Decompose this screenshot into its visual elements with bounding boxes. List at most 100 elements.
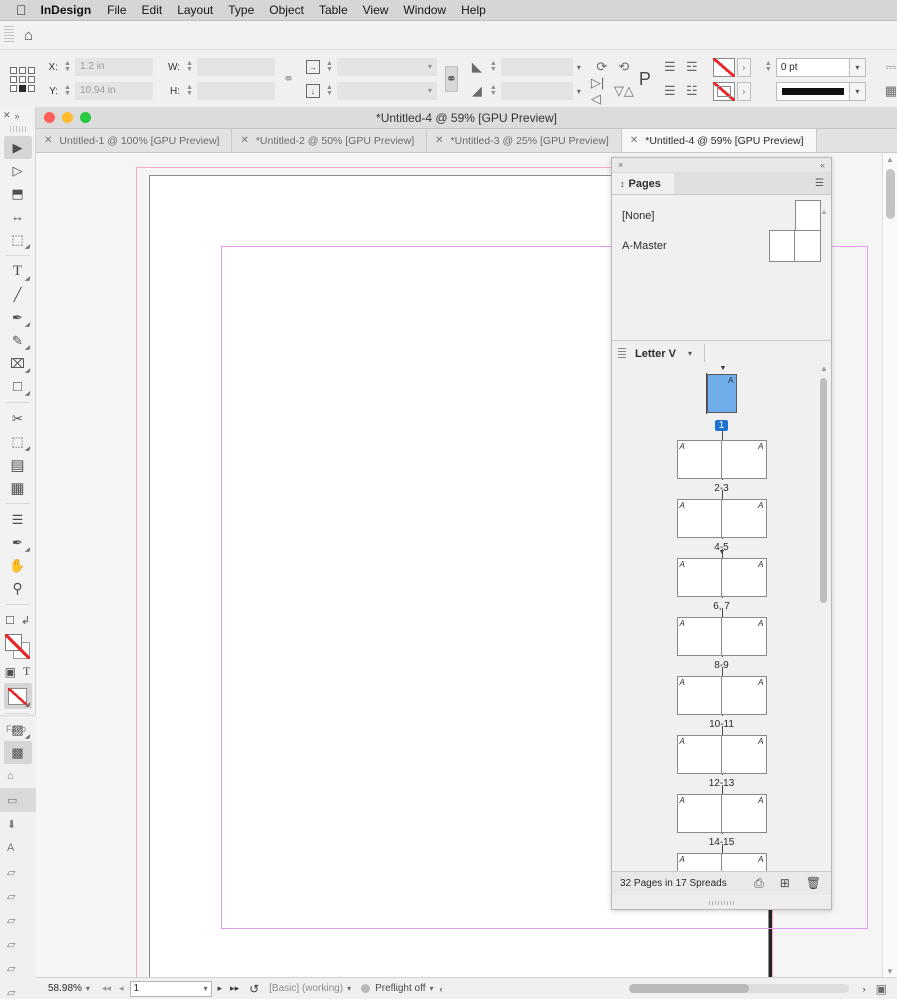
page-tool[interactable]: ⬒: [4, 182, 32, 205]
master-row-none[interactable]: [None]: [612, 200, 831, 232]
swap-fill-stroke-icon[interactable]: ↲: [21, 614, 30, 627]
tool-flyout-icon[interactable]: ◢: [25, 733, 30, 740]
menubar-item-file[interactable]: File: [107, 3, 126, 17]
page-thumbnail-pair[interactable]: A A: [676, 499, 767, 538]
eyedropper-tool[interactable]: ✒ ◢: [4, 531, 32, 554]
line-tool[interactable]: ╱: [4, 283, 32, 306]
menubar-item-table[interactable]: Table: [319, 3, 348, 17]
finder-item-folder[interactable]: ▱: [0, 980, 36, 1004]
chevron-down-icon[interactable]: ▾: [688, 349, 692, 358]
scale-y-input[interactable]: ▾: [336, 82, 437, 100]
last-page-button[interactable]: ▸▸: [230, 983, 239, 994]
page-thumbnail-right[interactable]: A: [721, 558, 767, 597]
menubar-app-name[interactable]: InDesign: [41, 3, 92, 17]
finder-item-home[interactable]: ⌂: [0, 764, 36, 788]
scroll-up-icon[interactable]: ▲: [886, 155, 894, 164]
proxy-point-bc[interactable]: [19, 84, 26, 92]
scroll-thumb[interactable]: [820, 378, 827, 603]
home-icon[interactable]: ⌂: [24, 27, 33, 44]
spread-item[interactable]: ▼ A A 6, 7: [612, 549, 831, 612]
gap-tool[interactable]: ↔: [4, 205, 32, 228]
page-number-field[interactable]: 1 ▾: [129, 980, 212, 997]
zoom-control[interactable]: 58.98% ▾: [48, 983, 90, 994]
direct-selection-tool[interactable]: ▷: [4, 159, 32, 182]
preview-mode-button[interactable]: ▩: [3, 741, 32, 764]
canvas-vertical-scrollbar[interactable]: ▲ ▼: [882, 153, 897, 978]
formatting-affects-row[interactable]: ▣ T: [4, 660, 32, 683]
menubar-item-window[interactable]: Window: [403, 3, 446, 17]
reference-point-proxy[interactable]: [10, 66, 35, 92]
pages-list[interactable]: ▼ A 1 A A 2-3 A A 4-5 A A 6, 7 A A 8-9 A…: [612, 362, 831, 882]
close-icon[interactable]: ✕: [44, 135, 52, 146]
close-icon[interactable]: ✕: [435, 135, 443, 146]
page-thumbnail-pair[interactable]: A A: [676, 676, 767, 715]
pages-panel-resize-handle[interactable]: [612, 896, 831, 909]
align-bottom-icon[interactable]: ☰: [659, 80, 681, 102]
scroll-down-icon[interactable]: ▼: [886, 967, 894, 976]
pencil-tool[interactable]: ✎ ◢: [4, 329, 32, 352]
page-thumbnail-right[interactable]: A: [721, 440, 767, 479]
flip-horizontal-icon[interactable]: ▷|◁: [591, 75, 613, 106]
page-thumbnail-pair[interactable]: A A: [676, 735, 767, 774]
document-tab-untitled-3[interactable]: ✕ *Untitled-3 @ 25% [GPU Preview]: [427, 129, 622, 152]
x-input[interactable]: 1.2 in: [75, 58, 153, 76]
menubar-item-edit[interactable]: Edit: [142, 3, 163, 17]
chevron-down-icon[interactable]: ▾: [429, 984, 433, 993]
spread-item[interactable]: A A 2-3: [612, 431, 831, 494]
masters-scroll-up-icon[interactable]: ▲: [820, 207, 828, 216]
preflight-status-label[interactable]: Preflight off: [375, 983, 425, 994]
rotate-stepper[interactable]: ▲ ▼: [488, 58, 499, 76]
page-thumbnail-pair[interactable]: A A: [676, 558, 767, 597]
page-thumbnail-left[interactable]: A: [676, 676, 722, 715]
spread-item[interactable]: A A 10-11: [612, 667, 831, 730]
scroll-thumb[interactable]: [886, 169, 895, 219]
proxy-point-tl[interactable]: [10, 66, 17, 74]
chevron-down-icon[interactable]: ▾: [347, 984, 351, 993]
finder-item-folder[interactable]: ▱: [0, 932, 36, 956]
menubar-item-view[interactable]: View: [363, 3, 389, 17]
page-thumbnail-right[interactable]: A: [721, 735, 767, 774]
close-icon[interactable]: ×: [618, 160, 623, 170]
tool-flyout-icon[interactable]: ◢: [25, 275, 30, 282]
rotate-counterclockwise-icon[interactable]: ⟲: [613, 56, 635, 78]
edit-page-size-icon[interactable]: ⎙: [754, 876, 764, 891]
finder-item-folder[interactable]: ▱: [0, 884, 36, 908]
stroke-weight-input[interactable]: 0 pt: [775, 57, 850, 77]
formatting-affects-container-icon[interactable]: ▣: [5, 665, 16, 679]
fill-swatch-expand-button[interactable]: ›: [736, 81, 751, 101]
w-input[interactable]: [197, 58, 275, 76]
master-thumbnail-spread[interactable]: [769, 230, 821, 262]
frame-fitting-icon[interactable]: ▦: [880, 80, 897, 102]
page-layout-icon[interactable]: ▣: [876, 982, 887, 996]
page-thumbnail-left[interactable]: A: [676, 735, 722, 774]
scale-y-stepper[interactable]: ▲ ▼: [324, 82, 335, 100]
zoom-tool[interactable]: ⚲: [4, 577, 32, 600]
document-tab-untitled-4[interactable]: ✕ *Untitled-4 @ 59% [GPU Preview]: [621, 129, 817, 152]
chevron-down-icon[interactable]: ▾: [86, 984, 90, 993]
scale-x-stepper[interactable]: ▲ ▼: [324, 58, 335, 76]
scissors-tool[interactable]: ✂: [4, 407, 32, 430]
tool-flyout-icon[interactable]: ◢: [25, 546, 30, 553]
page-thumbnail-left[interactable]: A: [676, 794, 722, 833]
x-stepper[interactable]: ▲ ▼: [62, 58, 73, 76]
chevron-down-icon[interactable]: ▾: [428, 58, 432, 76]
spread-label[interactable]: 1: [714, 420, 729, 431]
tool-flyout-icon[interactable]: ◢: [25, 390, 30, 397]
proxy-point-ml[interactable]: [10, 75, 17, 83]
previous-page-button[interactable]: ◂: [119, 983, 124, 994]
page-thumbnail-pair[interactable]: A A: [676, 794, 767, 833]
document-tab-untitled-1[interactable]: ✕ Untitled-1 @ 100% [GPU Preview]: [36, 129, 233, 152]
close-icon[interactable]: ✕: [240, 135, 248, 146]
expand-status-icon[interactable]: ‹: [440, 984, 443, 994]
first-page-button[interactable]: ◂◂: [102, 983, 111, 994]
next-page-button[interactable]: ▸: [218, 983, 223, 994]
spread-item[interactable]: A A 12-13: [612, 726, 831, 789]
type-tool[interactable]: T ◢: [4, 260, 32, 283]
page-thumbnail-pair[interactable]: A A: [676, 617, 767, 656]
tool-flyout-icon[interactable]: ◢: [25, 701, 30, 708]
w-stepper[interactable]: ▲ ▼: [184, 58, 195, 76]
free-transform-tool[interactable]: ⬚ ◢: [4, 430, 32, 453]
spread-item[interactable]: A A 14-15: [612, 785, 831, 848]
finder-item-folder[interactable]: ▱: [0, 860, 36, 884]
page-thumbnail-right[interactable]: A: [721, 617, 767, 656]
